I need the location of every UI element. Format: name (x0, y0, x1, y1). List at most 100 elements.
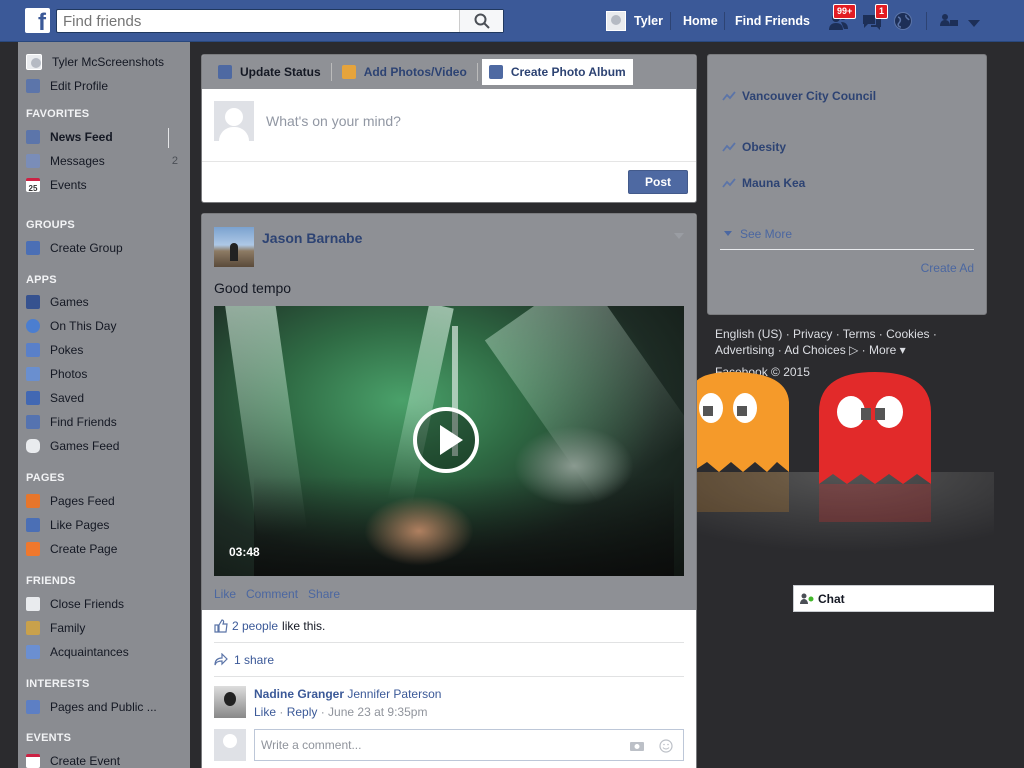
account-menu-button[interactable] (968, 17, 980, 27)
chat-label: Chat (818, 591, 845, 606)
sidebar-item-close-friends[interactable]: Close Friends (26, 593, 124, 615)
sidebar-item-label: Tyler McScreenshots (52, 55, 165, 69)
footer-links-2[interactable]: Advertising · Ad Choices ▷ · More ▾ (715, 342, 985, 358)
friend-requests-badge: 99+ (833, 4, 857, 19)
tab-create-album[interactable]: Create Photo Album (481, 59, 633, 85)
section-heading-interests: INTERESTS (26, 678, 90, 690)
facebook-logo-icon[interactable]: f (25, 8, 50, 33)
home-link[interactable]: Home (683, 0, 718, 42)
find-friends-link[interactable]: Find Friends (735, 0, 810, 42)
see-more-link[interactable]: See More (724, 227, 792, 241)
tab-label: Add Photos/Video (363, 65, 467, 79)
sidebar-item-label: Close Friends (50, 597, 125, 611)
search-box (56, 9, 504, 33)
sidebar-item-family[interactable]: Family (26, 617, 85, 639)
sidebar-item-profile[interactable]: Tyler McScreenshots (26, 51, 164, 73)
sidebar-item-create-page[interactable]: Create Page (26, 538, 117, 560)
post-button[interactable]: Post (628, 170, 688, 194)
tab-label: Create Photo Album (510, 65, 626, 79)
sidebar-item-label: Find Friends (50, 415, 117, 429)
shares-count[interactable]: 1 share (234, 653, 274, 667)
sidebar-item-photos[interactable]: Photos (26, 363, 87, 385)
composer-input[interactable]: What's on your mind? (266, 113, 401, 129)
sidebar-item-create-event[interactable]: Create Event (26, 750, 120, 768)
comment-text[interactable]: Jennifer Paterson (347, 687, 441, 701)
comment-like-button[interactable]: Like (254, 705, 276, 719)
commenter-avatar[interactable] (214, 686, 246, 718)
sidebar-item-label: Events (50, 178, 87, 192)
status-composer: Update Status Add Photos/Video Create Ph… (201, 54, 697, 203)
play-icon[interactable] (413, 407, 479, 473)
video-player[interactable]: 03:48 (214, 306, 684, 576)
likes-summary: 2 people like this. (214, 619, 684, 633)
like-button[interactable]: Like (214, 587, 236, 601)
create-ad-link[interactable]: Create Ad (921, 261, 974, 275)
chat-tab[interactable]: Chat (793, 585, 998, 612)
flag-icon (26, 494, 40, 508)
profile-link[interactable]: Tyler (606, 0, 663, 42)
sidebar-item-saved[interactable]: Saved (26, 387, 84, 409)
section-heading-favorites: FAVORITES (26, 108, 90, 120)
story-actions: Like Comment Share (214, 587, 340, 601)
sidebar-item-on-this-day[interactable]: On This Day (26, 315, 116, 337)
sidebar-item-events[interactable]: 25 Events (26, 174, 87, 196)
search-input[interactable] (57, 10, 457, 32)
search-button[interactable] (459, 10, 503, 32)
tab-update-status[interactable]: Update Status (212, 60, 327, 84)
sidebar-item-create-group[interactable]: Create Group (26, 237, 123, 259)
sidebar-item-label: Create Page (50, 542, 118, 556)
sidebar-item-messages[interactable]: Messages 2 (26, 150, 184, 172)
camera-icon (341, 65, 356, 79)
sidebar-item-news-feed[interactable]: News Feed (26, 126, 113, 148)
create-page-icon (26, 542, 40, 556)
comment-reply-button[interactable]: Reply (287, 705, 318, 719)
album-icon (488, 65, 503, 79)
sidebar-item-edit-profile[interactable]: Edit Profile (26, 75, 108, 97)
composer-body[interactable]: What's on your mind? (202, 89, 696, 162)
trending-label: Mauna Kea (742, 176, 806, 190)
story-options-button[interactable] (674, 228, 684, 239)
camera-icon[interactable] (629, 740, 645, 752)
search-icon (474, 13, 490, 29)
gamepad-icon (26, 439, 40, 453)
comment-author[interactable]: Nadine Granger (254, 687, 344, 701)
trending-item[interactable]: Vancouver City Council (722, 89, 876, 103)
page-scrollbar[interactable] (994, 42, 1011, 768)
author-avatar[interactable] (214, 227, 254, 267)
create-group-icon (26, 241, 40, 255)
messages-button[interactable]: 1 (861, 4, 889, 32)
notifications-button[interactable] (893, 11, 913, 31)
author-name[interactable]: Jason Barnabe (262, 230, 362, 246)
footer-links[interactable]: English (US) · Privacy · Terms · Cookies… (715, 326, 985, 342)
comment-input[interactable]: Write a comment... (254, 729, 684, 761)
sidebar-item-label: Games (50, 295, 89, 309)
friend-requests-button[interactable]: 99+ (828, 4, 857, 32)
sidebar-item-pokes[interactable]: Pokes (26, 339, 83, 361)
sidebar-item-find-friends[interactable]: Find Friends (26, 411, 117, 433)
sidebar-item-label: Pages and Public ... (50, 700, 157, 714)
thumbs-up-icon (214, 619, 228, 633)
sidebar-item-pages-feed[interactable]: Pages Feed (26, 490, 115, 512)
games-icon (26, 295, 40, 309)
profile-name: Tyler (634, 14, 663, 28)
share-button[interactable]: Share (308, 587, 340, 601)
photos-icon (26, 367, 40, 381)
house-icon (26, 621, 40, 635)
tab-label: Update Status (240, 65, 321, 79)
sidebar-item-games-feed[interactable]: Games Feed (26, 435, 119, 457)
sidebar-item-acquaintances[interactable]: Acquaintances (26, 641, 129, 663)
trending-item[interactable]: Obesity (722, 140, 786, 154)
emoji-icon[interactable] (659, 739, 673, 753)
sidebar-item-label: Pokes (50, 343, 84, 357)
trending-item[interactable]: Mauna Kea (722, 176, 805, 190)
privacy-shortcuts-button[interactable] (940, 13, 958, 29)
sidebar-item-games[interactable]: Games (26, 291, 89, 313)
comment-button[interactable]: Comment (246, 587, 298, 601)
messages-icon (26, 154, 40, 168)
sidebar-item-like-pages[interactable]: Like Pages (26, 514, 109, 536)
tab-add-photos[interactable]: Add Photos/Video (336, 60, 473, 84)
sidebar-item-pages-public[interactable]: Pages and Public ... (26, 696, 157, 718)
ghosts-background-image (697, 372, 997, 572)
shares-summary[interactable]: 1 share (214, 653, 684, 667)
likes-count-link[interactable]: 2 people (232, 619, 278, 633)
